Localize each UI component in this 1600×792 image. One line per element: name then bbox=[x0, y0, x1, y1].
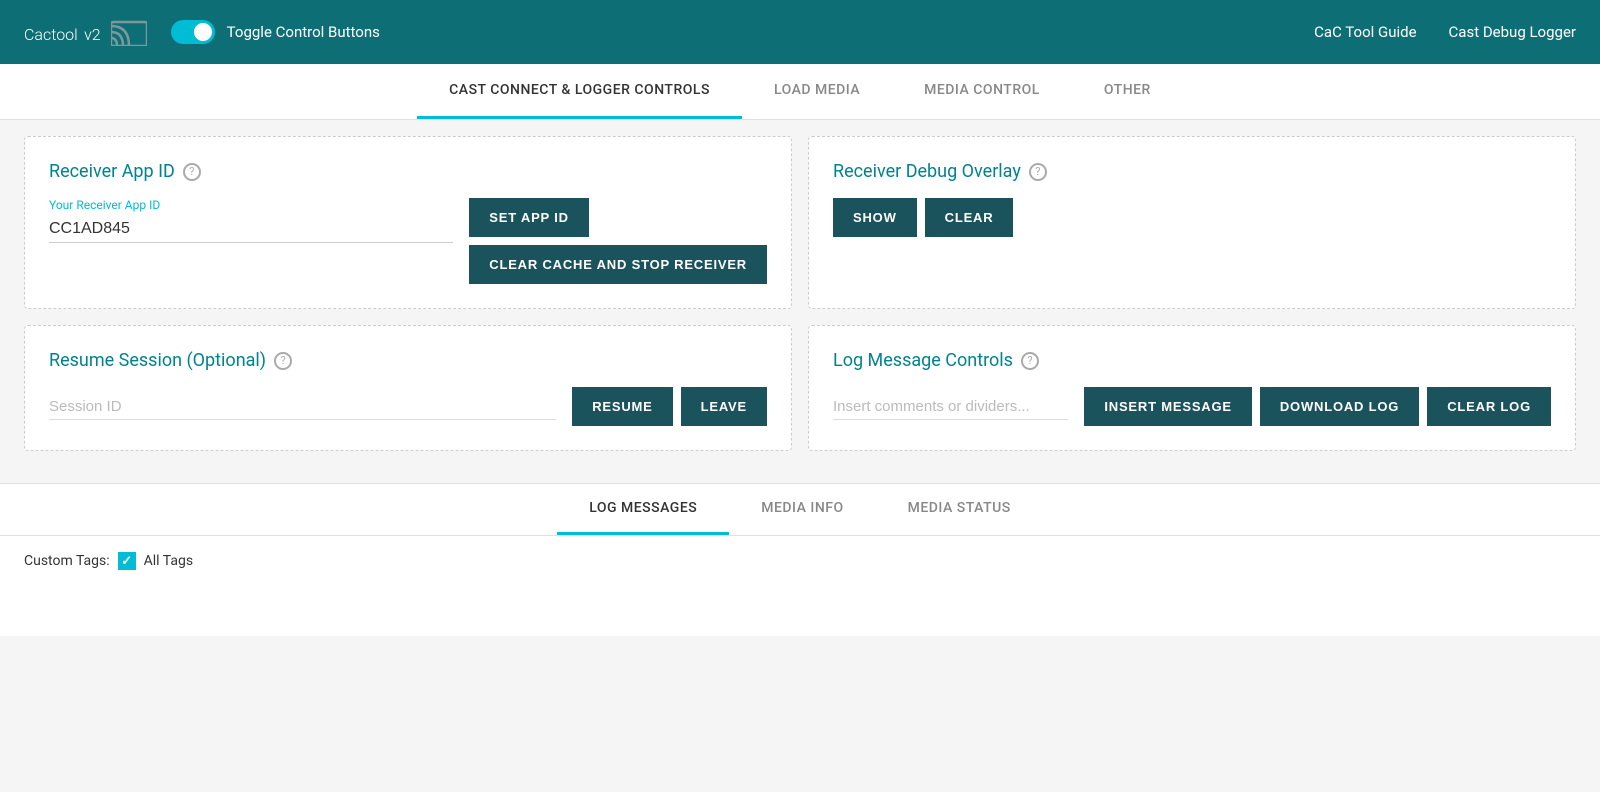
tab-cast-connect[interactable]: CAST CONNECT & LOGGER CONTROLS bbox=[417, 64, 742, 119]
receiver-app-id-content: Your Receiver App ID SET APP ID CLEAR CA… bbox=[49, 198, 767, 284]
bottom-section: LOG MESSAGES MEDIA INFO MEDIA STATUS Cus… bbox=[0, 483, 1600, 636]
toggle-label: Toggle Control Buttons bbox=[227, 23, 380, 41]
all-tags-checkbox[interactable] bbox=[118, 552, 136, 570]
receiver-debug-overlay-card: Receiver Debug Overlay ? SHOW CLEAR bbox=[808, 136, 1576, 309]
receiver-app-id-input-area: Your Receiver App ID bbox=[49, 198, 453, 243]
receiver-app-id-input[interactable] bbox=[49, 216, 453, 243]
logo-area: Cactool v2 bbox=[24, 17, 147, 47]
cac-tool-guide-link[interactable]: CaC Tool Guide bbox=[1314, 23, 1416, 41]
resume-button[interactable]: RESUME bbox=[572, 387, 672, 426]
tab-media-control[interactable]: MEDIA CONTROL bbox=[892, 64, 1072, 119]
bottom-content: Custom Tags: All Tags bbox=[0, 536, 1600, 636]
receiver-app-id-buttons: SET APP ID CLEAR CACHE AND STOP RECEIVER bbox=[469, 198, 767, 284]
resume-session-content: RESUME LEAVE bbox=[49, 387, 767, 426]
main-content: Receiver App ID ? Your Receiver App ID S… bbox=[0, 120, 1600, 483]
tab-log-messages[interactable]: LOG MESSAGES bbox=[557, 484, 729, 535]
receiver-app-id-title: Receiver App ID ? bbox=[49, 161, 767, 182]
logo-text: Cactool v2 bbox=[24, 17, 101, 47]
receiver-app-id-input-label: Your Receiver App ID bbox=[49, 198, 453, 212]
tab-media-info[interactable]: MEDIA INFO bbox=[729, 484, 875, 535]
clear-debug-overlay-button[interactable]: CLEAR bbox=[925, 198, 1014, 237]
log-message-controls-help-icon[interactable]: ? bbox=[1021, 352, 1039, 370]
clear-cache-button[interactable]: CLEAR CACHE AND STOP RECEIVER bbox=[469, 245, 767, 284]
resume-session-help-icon[interactable]: ? bbox=[274, 352, 292, 370]
cast-icon bbox=[111, 18, 147, 46]
download-log-button[interactable]: DOWNLOAD LOG bbox=[1260, 387, 1419, 426]
session-id-input[interactable] bbox=[49, 394, 556, 420]
log-message-controls-title: Log Message Controls ? bbox=[833, 350, 1551, 371]
header-nav: CaC Tool Guide Cast Debug Logger bbox=[1314, 23, 1576, 41]
receiver-app-id-card: Receiver App ID ? Your Receiver App ID S… bbox=[24, 136, 792, 309]
insert-message-button[interactable]: INSERT MESSAGE bbox=[1084, 387, 1252, 426]
receiver-debug-overlay-buttons: SHOW CLEAR bbox=[833, 198, 1551, 237]
set-app-id-button[interactable]: SET APP ID bbox=[469, 198, 589, 237]
receiver-debug-overlay-title: Receiver Debug Overlay ? bbox=[833, 161, 1551, 182]
custom-tags-row: Custom Tags: All Tags bbox=[24, 552, 1576, 570]
top-cards-row: Receiver App ID ? Your Receiver App ID S… bbox=[24, 136, 1576, 309]
tab-other[interactable]: OTHER bbox=[1072, 64, 1183, 119]
log-message-input[interactable] bbox=[833, 394, 1068, 420]
show-debug-overlay-button[interactable]: SHOW bbox=[833, 198, 917, 237]
toggle-area: Toggle Control Buttons bbox=[171, 20, 380, 44]
toggle-control-buttons[interactable] bbox=[171, 20, 215, 44]
bottom-cards-row: Resume Session (Optional) ? RESUME LEAVE… bbox=[24, 325, 1576, 451]
resume-session-title: Resume Session (Optional) ? bbox=[49, 350, 767, 371]
clear-log-button[interactable]: CLEAR LOG bbox=[1427, 387, 1551, 426]
resume-session-card: Resume Session (Optional) ? RESUME LEAVE bbox=[24, 325, 792, 451]
custom-tags-label: Custom Tags: bbox=[24, 553, 110, 569]
receiver-app-id-help-icon[interactable]: ? bbox=[183, 163, 201, 181]
log-message-controls-card: Log Message Controls ? INSERT MESSAGE DO… bbox=[808, 325, 1576, 451]
top-tabs: CAST CONNECT & LOGGER CONTROLS LOAD MEDI… bbox=[0, 64, 1600, 120]
resume-session-buttons: RESUME LEAVE bbox=[572, 387, 767, 426]
receiver-debug-overlay-help-icon[interactable]: ? bbox=[1029, 163, 1047, 181]
all-tags-label: All Tags bbox=[144, 553, 193, 569]
tab-media-status[interactable]: MEDIA STATUS bbox=[876, 484, 1043, 535]
app-header: Cactool v2 Toggle Control Buttons CaC To… bbox=[0, 0, 1600, 64]
tab-load-media[interactable]: LOAD MEDIA bbox=[742, 64, 892, 119]
bottom-tabs: LOG MESSAGES MEDIA INFO MEDIA STATUS bbox=[0, 484, 1600, 536]
log-message-controls-content: INSERT MESSAGE DOWNLOAD LOG CLEAR LOG bbox=[833, 387, 1551, 426]
cast-debug-logger-link[interactable]: Cast Debug Logger bbox=[1449, 23, 1576, 41]
leave-button[interactable]: LEAVE bbox=[681, 387, 767, 426]
log-message-controls-buttons: INSERT MESSAGE DOWNLOAD LOG CLEAR LOG bbox=[1084, 387, 1551, 426]
